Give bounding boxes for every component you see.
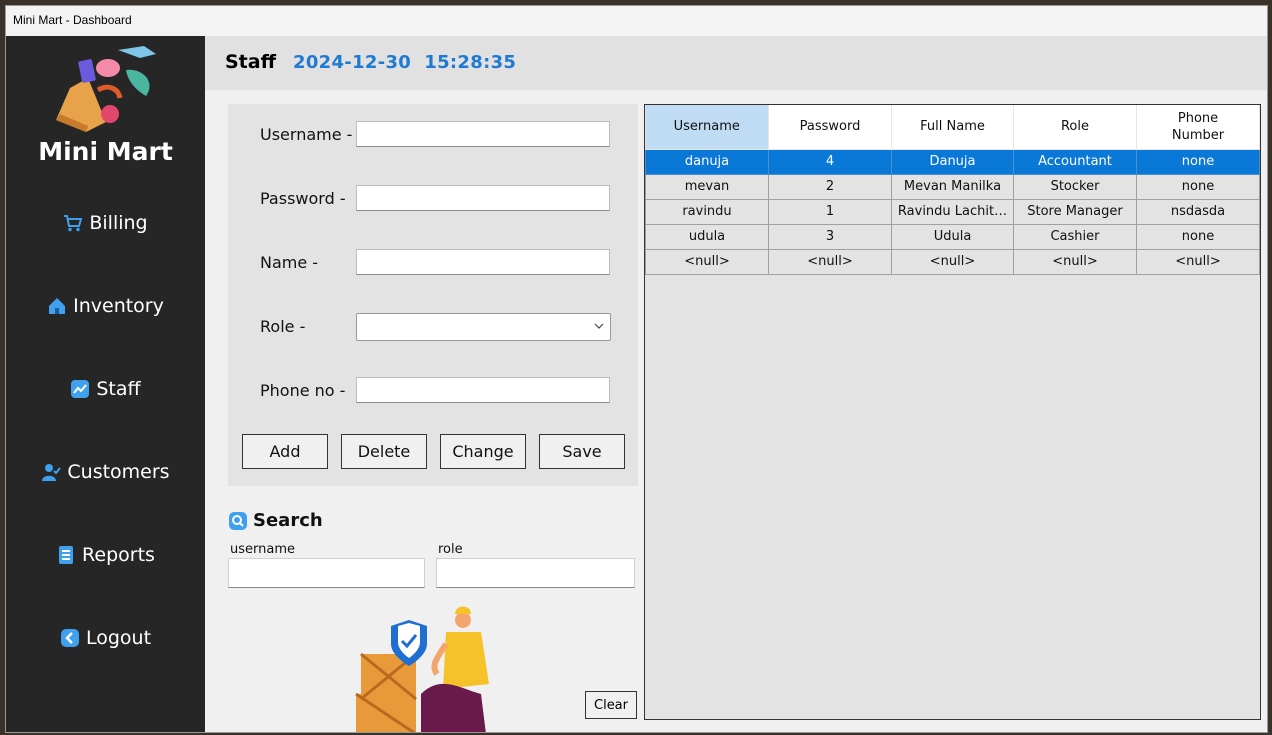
table-cell[interactable]: Mevan Manilka (891, 173, 1014, 200)
table-cell[interactable]: none (1136, 173, 1260, 200)
table-cell[interactable]: none (1136, 148, 1260, 175)
table-cell[interactable]: Ravindu Lachit… (891, 198, 1014, 225)
table-cell[interactable]: 2 (768, 173, 892, 200)
datetime-display: 2024-12-30 15:28:35 (293, 52, 516, 73)
table-cell[interactable]: <null> (768, 248, 892, 275)
sidebar-item-inventory[interactable]: Inventory (6, 295, 205, 317)
staff-data-table: Username Password Full Name Role Phone N… (645, 105, 1260, 275)
date-text: 2024-12-30 (293, 52, 412, 73)
sidebar-item-label: Customers (67, 461, 170, 483)
table-row[interactable]: danuja 4 Danuja Accountant none (645, 148, 1260, 175)
search-username-input[interactable] (228, 558, 425, 588)
search-title-text: Search (253, 510, 323, 531)
staff-form-panel: Username - Password - Name - Role - Phon… (228, 104, 638, 486)
table-cell[interactable]: Stocker (1013, 173, 1137, 200)
staff-table[interactable]: Username Password Full Name Role Phone N… (644, 104, 1261, 720)
sidebar-item-reports[interactable]: Reports (6, 544, 205, 566)
name-field[interactable] (356, 249, 610, 275)
table-cell[interactable]: <null> (1013, 248, 1137, 275)
page-header: Staff 2024-12-30 15:28:35 (205, 36, 1267, 90)
change-button[interactable]: Change (440, 434, 526, 469)
back-icon (60, 629, 79, 647)
table-cell[interactable]: <null> (1136, 248, 1260, 275)
table-cell[interactable]: ravindu (645, 198, 769, 225)
sidebar-item-label: Reports (82, 544, 155, 566)
delete-button[interactable]: Delete (341, 434, 427, 469)
save-button[interactable]: Save (539, 434, 625, 469)
table-cell[interactable]: nsdasda (1136, 198, 1260, 225)
add-button[interactable]: Add (242, 434, 328, 469)
user-icon (42, 464, 62, 481)
column-header-full-name[interactable]: Full Name (891, 105, 1014, 150)
table-cell[interactable]: danuja (645, 148, 769, 175)
mini-mart-logo-icon (56, 46, 156, 132)
table-cell[interactable]: Danuja (891, 148, 1014, 175)
role-label: Role - (260, 317, 306, 336)
time-text: 15:28:35 (424, 52, 517, 73)
table-cell[interactable]: Cashier (1013, 223, 1137, 250)
column-header-role[interactable]: Role (1013, 105, 1137, 150)
chevron-down-icon (594, 323, 604, 329)
search-icon (229, 511, 247, 530)
worker-illustration (355, 606, 489, 732)
table-cell[interactable]: <null> (645, 248, 769, 275)
table-row[interactable]: mevan 2 Mevan Manilka Stocker none (645, 173, 1260, 200)
table-row[interactable]: udula 3 Udula Cashier none (645, 223, 1260, 250)
table-cell[interactable]: Store Manager (1013, 198, 1137, 225)
sidebar-item-label: Staff (96, 378, 141, 400)
chart-icon (71, 380, 90, 398)
sidebar-item-label: Inventory (73, 295, 164, 317)
phone-label: Phone no - (260, 381, 346, 400)
sidebar: Mini Mart Billing Inventory Staff Custom… (6, 36, 205, 732)
sidebar-item-logout[interactable]: Logout (6, 627, 205, 649)
sidebar-item-label: Logout (85, 627, 152, 649)
table-cell[interactable]: 3 (768, 223, 892, 250)
password-field[interactable] (356, 185, 610, 211)
table-cell[interactable]: none (1136, 223, 1260, 250)
table-cell[interactable]: mevan (645, 173, 769, 200)
table-header-row: Username Password Full Name Role Phone N… (645, 105, 1260, 150)
password-label: Password - (260, 189, 346, 208)
search-heading: Search (228, 510, 323, 531)
sidebar-item-customers[interactable]: Customers (6, 461, 205, 483)
phone-field[interactable] (356, 377, 610, 403)
table-cell[interactable]: <null> (891, 248, 1014, 275)
page-title: Staff (225, 51, 276, 73)
column-header-phone-number[interactable]: Phone Number (1136, 105, 1260, 150)
column-header-password[interactable]: Password (768, 105, 892, 150)
role-select[interactable] (356, 313, 611, 341)
search-role-input[interactable] (436, 558, 635, 588)
home-icon (49, 298, 66, 314)
username-field[interactable] (356, 121, 610, 147)
clear-button[interactable]: Clear (585, 691, 637, 719)
report-icon (59, 546, 74, 564)
username-label: Username - (260, 125, 353, 144)
sidebar-item-label: Billing (89, 212, 148, 234)
name-label: Name - (260, 253, 319, 272)
sidebar-item-staff[interactable]: Staff (6, 378, 205, 400)
table-row[interactable]: <null> <null> <null> <null> <null> (645, 248, 1260, 275)
search-username-label: username (230, 542, 295, 557)
table-cell[interactable]: udula (645, 223, 769, 250)
table-cell[interactable]: Accountant (1013, 148, 1137, 175)
window-title: Mini Mart - Dashboard (6, 6, 1267, 36)
app-window: Mini Mart - Dashboard Mini Mart Billing (5, 5, 1268, 733)
table-cell[interactable]: Udula (891, 223, 1014, 250)
table-cell[interactable]: 4 (768, 148, 892, 175)
search-role-label: role (438, 542, 463, 557)
table-cell[interactable]: 1 (768, 198, 892, 225)
table-row[interactable]: ravindu 1 Ravindu Lachit… Store Manager nsda… (645, 198, 1260, 225)
table-body: danuja 4 Danuja Accountant none mevan 2 Mevan M… (645, 148, 1260, 275)
cart-icon (64, 215, 83, 232)
column-header-username[interactable]: Username (645, 105, 769, 150)
sidebar-item-billing[interactable]: Billing (6, 212, 205, 234)
brand-title: Mini Mart (38, 137, 173, 166)
